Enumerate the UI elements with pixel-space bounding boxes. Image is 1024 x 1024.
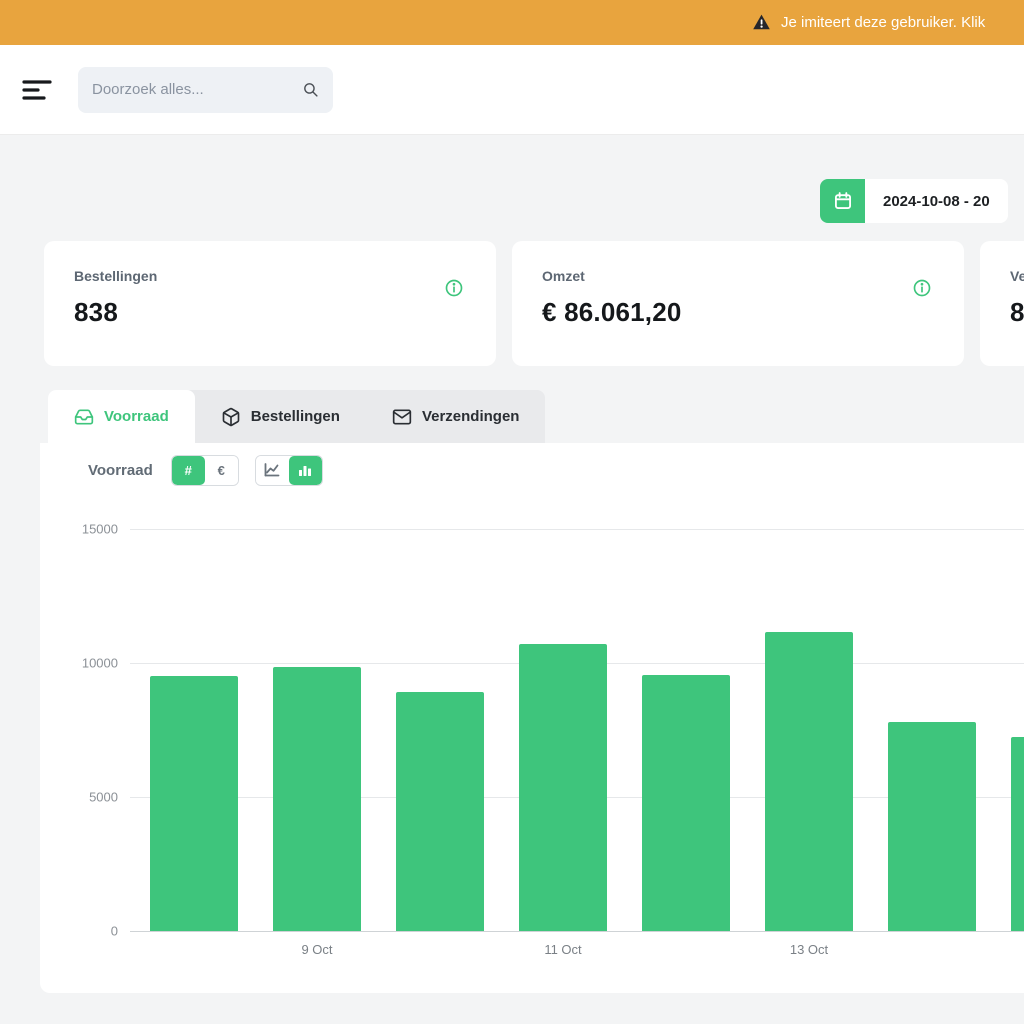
- unit-count-button[interactable]: #: [172, 456, 205, 485]
- kpi-label: Bestellingen: [74, 268, 466, 284]
- impersonation-banner-text[interactable]: Je imiteert deze gebruiker. Klik: [781, 14, 985, 31]
- kpi-label: Omzet: [542, 268, 934, 284]
- x-tick-label: 11 Oct: [519, 942, 607, 957]
- stock-chart-card: Voorraad # € 0 5000 10000 15000: [40, 443, 1024, 993]
- tab-label: Verzendingen: [422, 408, 520, 425]
- bar-column: [150, 529, 238, 931]
- bar[interactable]: [519, 644, 607, 931]
- gridline: [130, 931, 1024, 932]
- calendar-icon[interactable]: [820, 179, 865, 223]
- bar[interactable]: [1011, 737, 1024, 931]
- bar[interactable]: [642, 675, 730, 931]
- bar[interactable]: [273, 667, 361, 931]
- search-icon[interactable]: [302, 81, 319, 98]
- unit-currency-button[interactable]: €: [205, 456, 238, 485]
- x-tick-label: 9 Oct: [273, 942, 361, 957]
- chart-controls: Voorraad # €: [40, 450, 1024, 490]
- chart-section-label: Voorraad: [88, 462, 153, 479]
- package-icon: [221, 407, 241, 427]
- kpi-value: € 86.061,20: [542, 297, 934, 328]
- bar-column: 9 Oct: [273, 529, 361, 931]
- global-search: [78, 67, 333, 113]
- kpi-value: 8: [1010, 297, 1024, 328]
- date-row: 2024-10-08 - 20: [0, 179, 1024, 223]
- chart-plot: 9 Oct 11 Oct 13 Oct: [130, 529, 1024, 931]
- bar[interactable]: [888, 722, 976, 931]
- kpi-card-truncated: Ve 8: [980, 241, 1024, 366]
- date-range-label[interactable]: 2024-10-08 - 20: [865, 179, 1008, 223]
- impersonation-banner: Je imiteert deze gebruiker. Klik: [0, 0, 1024, 45]
- bar-column: [642, 529, 730, 931]
- chart-y-axis: 050001000015000: [40, 529, 130, 931]
- bar[interactable]: [150, 676, 238, 931]
- line-chart-icon[interactable]: [256, 456, 289, 485]
- y-tick-label: 15000: [82, 522, 118, 537]
- stock-bar-chart: 050001000015000 9 Oct11 Oct13 Oct: [40, 529, 1024, 931]
- search-input[interactable]: [92, 81, 302, 98]
- tab-voorraad[interactable]: Voorraad: [48, 390, 195, 443]
- bar-column: [888, 529, 976, 931]
- top-header: [0, 45, 1024, 135]
- bar-column: 11 Oct: [519, 529, 607, 931]
- kpi-cards-row: Bestellingen 838 Omzet € 86.061,20 Ve 8: [0, 241, 1024, 366]
- tab-verzendingen[interactable]: Verzendingen: [366, 390, 546, 443]
- bar-chart-icon[interactable]: [289, 456, 322, 485]
- bar-column: [396, 529, 484, 931]
- x-tick-label: 13 Oct: [765, 942, 853, 957]
- envelope-icon: [392, 407, 412, 427]
- inbox-icon: [74, 407, 94, 427]
- info-icon[interactable]: [912, 278, 932, 298]
- bar[interactable]: [765, 632, 853, 931]
- hamburger-menu-icon[interactable]: [20, 73, 54, 107]
- bar-column: [1011, 529, 1024, 931]
- warning-triangle-icon: [752, 13, 771, 32]
- dashboard-main: 2024-10-08 - 20 Bestellingen 838 Omzet €…: [0, 135, 1024, 993]
- kpi-value: 838: [74, 297, 466, 328]
- bars: 9 Oct 11 Oct 13 Oct: [130, 529, 1024, 931]
- date-range-picker[interactable]: 2024-10-08 - 20: [820, 179, 1008, 223]
- tab-label: Voorraad: [104, 408, 169, 425]
- kpi-card-omzet: Omzet € 86.061,20: [512, 241, 964, 366]
- bar[interactable]: [396, 692, 484, 931]
- y-tick-label: 0: [111, 924, 118, 939]
- bar-column: 13 Oct: [765, 529, 853, 931]
- y-tick-label: 5000: [89, 789, 118, 804]
- info-icon[interactable]: [444, 278, 464, 298]
- tab-bestellingen[interactable]: Bestellingen: [195, 390, 366, 443]
- tab-label: Bestellingen: [251, 408, 340, 425]
- kpi-card-bestellingen: Bestellingen 838: [44, 241, 496, 366]
- chart-type-toggle: [255, 455, 323, 486]
- unit-toggle: # €: [171, 455, 239, 486]
- kpi-label: Ve: [1010, 268, 1024, 284]
- y-tick-label: 10000: [82, 655, 118, 670]
- chart-tabs: Voorraad Bestellingen Verzendingen: [48, 390, 545, 443]
